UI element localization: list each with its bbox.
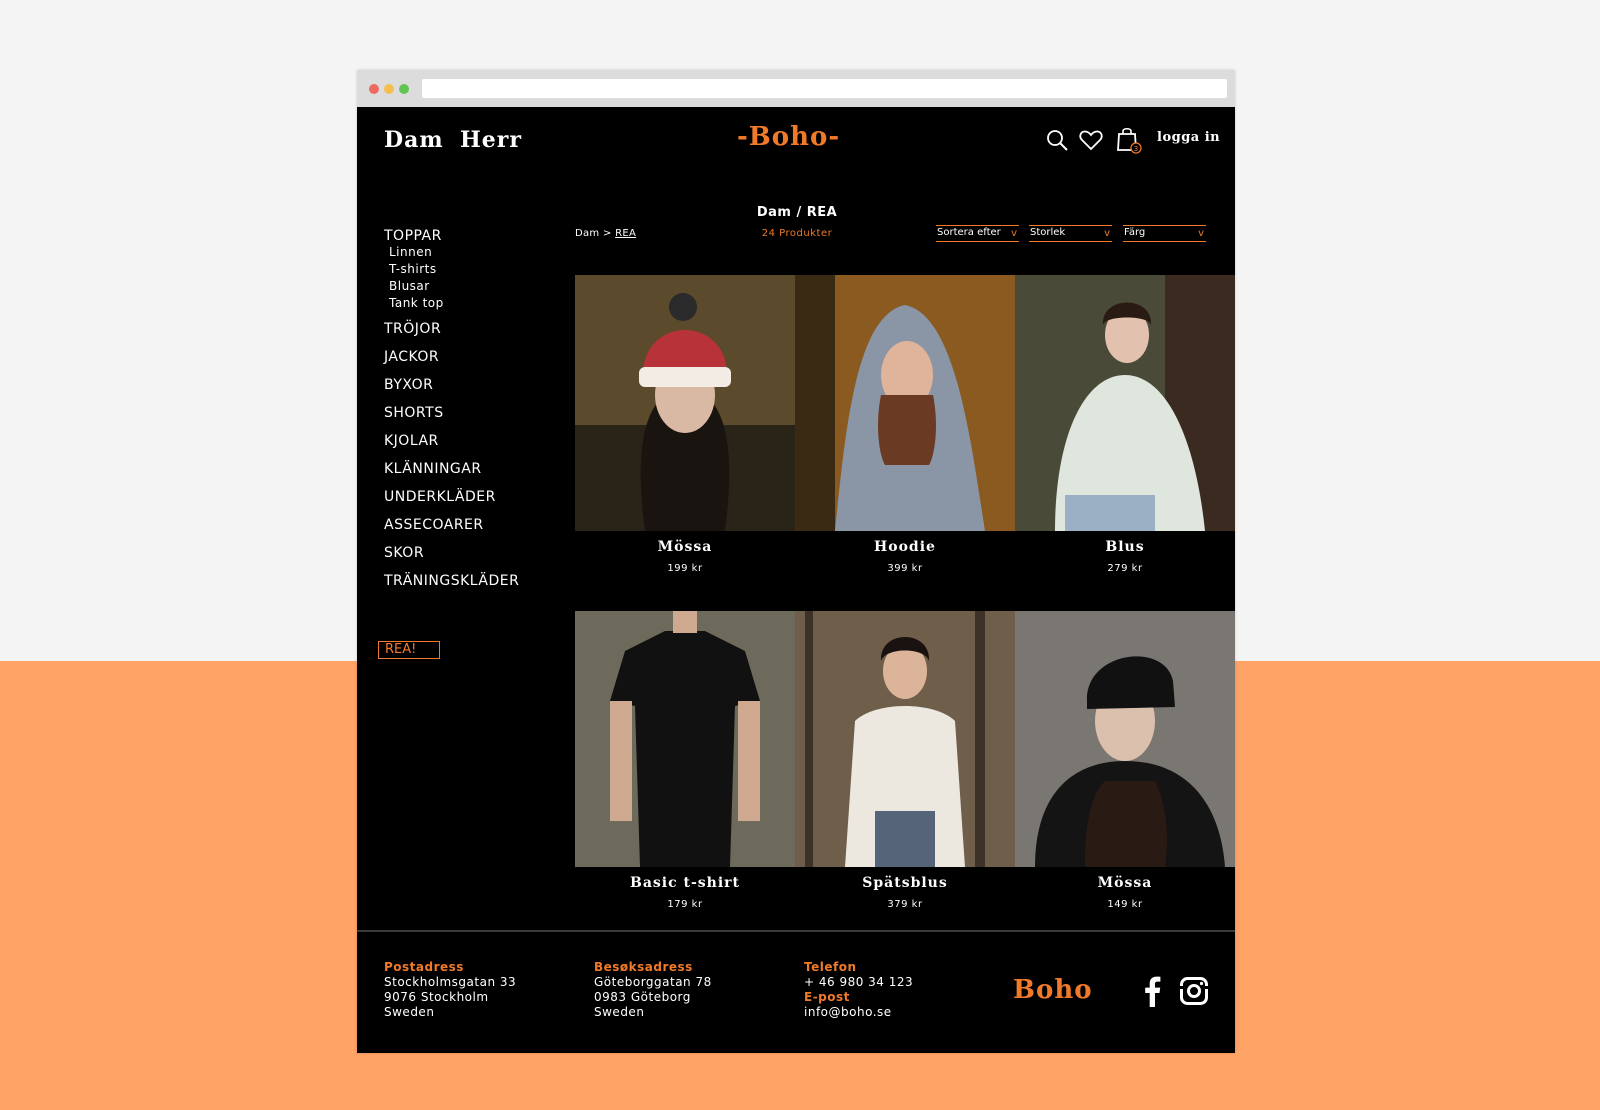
product-card[interactable]: Hoodie 399 kr [795, 275, 1015, 574]
sidebar-subitem-linnen[interactable]: Linnen [384, 244, 564, 261]
breadcrumb-root[interactable]: Dam [575, 228, 599, 239]
phone-link[interactable]: + 46 980 34 123 [804, 975, 913, 990]
footer-label: Postadress [384, 960, 464, 974]
footer-logo[interactable]: Boho [1013, 975, 1093, 1005]
product-price: 279 kr [1107, 563, 1143, 574]
product-name[interactable]: Mössa [575, 539, 795, 555]
product-photo[interactable] [795, 275, 1015, 531]
model-black-beanie-illustration [1015, 611, 1235, 867]
product-name[interactable]: Hoodie [795, 539, 1015, 555]
cart-count: 3 [1134, 145, 1138, 153]
model-late-blouse-illustration [795, 611, 1015, 867]
sidebar-item-assecoarer[interactable]: ASSECOARER [384, 515, 564, 543]
chevron-down-icon: v [1011, 228, 1017, 239]
product-card[interactable]: Basic t-shirt 179 kr [575, 611, 795, 910]
sidebar-item-skor[interactable]: SKOR [384, 543, 564, 571]
product-price: 179 kr [667, 899, 703, 910]
footer-line: Sweden [594, 1005, 645, 1019]
facebook-icon[interactable] [1143, 975, 1161, 1007]
close-window-dot[interactable] [369, 84, 379, 94]
sidebar-item-byxor[interactable]: BYXOR [384, 375, 564, 403]
sort-dropdown-label: Sortera efter [937, 227, 1001, 238]
sidebar-item-toppar[interactable]: TOPPAR [384, 226, 564, 244]
size-dropdown[interactable]: Storlek v [1029, 225, 1112, 242]
product-photo[interactable] [1015, 275, 1235, 531]
product-price: 379 kr [887, 899, 923, 910]
address-bar[interactable] [422, 79, 1227, 98]
product-name[interactable]: Spätsblus [795, 875, 1015, 891]
footer-postal-address: Postadress Stockholmsgatan 33 9076 Stock… [384, 960, 516, 1020]
footer-line: Stockholmsgatan 33 [384, 975, 517, 989]
model-tshirt-illustration [575, 611, 795, 867]
product-card[interactable]: Blus 279 kr [1015, 275, 1235, 574]
browser-chrome [357, 70, 1235, 107]
nav-herr[interactable]: Herr [460, 127, 522, 153]
product-photo[interactable] [795, 611, 1015, 867]
sidebar-item-shorts[interactable]: SHORTS [384, 403, 564, 431]
product-name[interactable]: Blus [1015, 539, 1235, 555]
color-dropdown-label: Färg [1124, 227, 1146, 238]
product-card[interactable]: Mössa 149 kr [1015, 611, 1235, 910]
sidebar-item-jackor[interactable]: JACKOR [384, 347, 564, 375]
cart-button[interactable]: 3 [1115, 126, 1143, 154]
footer-line: Göteborggatan 78 [594, 975, 712, 989]
footer-line: 9076 Stockholm [384, 990, 489, 1004]
search-icon[interactable] [1046, 129, 1068, 151]
footer-line: 0983 Göteborg [594, 990, 691, 1004]
instagram-icon[interactable] [1180, 977, 1208, 1005]
product-photo[interactable] [575, 275, 795, 531]
sidebar-subitem-tshirts[interactable]: T-shirts [384, 261, 564, 278]
product-photo[interactable] [575, 611, 795, 867]
footer-label: E-post [804, 990, 850, 1004]
footer-contact: Telefon + 46 980 34 123 E-post info@boho… [804, 960, 913, 1020]
breadcrumb: Dam > REA [575, 228, 636, 239]
minimize-window-dot[interactable] [384, 84, 394, 94]
product-card[interactable]: Spätsblus 379 kr [795, 611, 1015, 910]
chevron-down-icon: v [1198, 228, 1204, 239]
product-price: 399 kr [887, 563, 923, 574]
product-price: 149 kr [1107, 899, 1143, 910]
chevron-down-icon: v [1104, 228, 1110, 239]
product-card[interactable]: Mössa 199 kr [575, 275, 795, 574]
model-beanie-illustration [575, 275, 795, 531]
browser-window: Dam Herr -Boho- 3 logga in TOPPAR Linnen… [357, 70, 1235, 1053]
sidebar-item-underklader[interactable]: UNDERKLÄDER [384, 487, 564, 515]
breadcrumb-separator: > [602, 228, 612, 239]
logo[interactable]: -Boho- [737, 122, 840, 152]
sidebar-subitem-blusar[interactable]: Blusar [384, 278, 564, 295]
color-dropdown[interactable]: Färg v [1123, 225, 1206, 242]
sidebar-subitem-tank-top[interactable]: Tank top [384, 295, 564, 319]
breadcrumb-current[interactable]: REA [615, 228, 636, 239]
footer-label: Telefon [804, 960, 857, 974]
product-name[interactable]: Basic t-shirt [575, 875, 795, 891]
footer-visit-address: Besøksadress Göteborggatan 78 0983 Göteb… [594, 960, 712, 1020]
product-count: 24 Produkter [761, 228, 833, 239]
shopping-bag-icon: 3 [1117, 127, 1142, 154]
sidebar-item-kjolar[interactable]: KJOLAR [384, 431, 564, 459]
maximize-window-dot[interactable] [399, 84, 409, 94]
sidebar-item-traningsklader[interactable]: TRÄNINGSKLÄDER [384, 571, 564, 599]
product-photo[interactable] [1015, 611, 1235, 867]
footer-label: Besøksadress [594, 960, 693, 974]
sort-dropdown[interactable]: Sortera efter v [936, 225, 1019, 242]
sidebar-item-klanningar[interactable]: KLÄNNINGAR [384, 459, 564, 487]
login-link[interactable]: logga in [1157, 130, 1220, 145]
heart-icon[interactable] [1079, 129, 1103, 151]
sidebar-item-trojor[interactable]: TRÖJOR [384, 319, 564, 347]
site: Dam Herr -Boho- 3 logga in TOPPAR Linnen… [357, 107, 1235, 1053]
category-sidebar: TOPPAR Linnen T-shirts Blusar Tank top T… [384, 226, 564, 599]
sale-button[interactable]: REA! [378, 641, 440, 659]
size-dropdown-label: Storlek [1030, 227, 1066, 238]
product-name[interactable]: Mössa [1015, 875, 1235, 891]
product-price: 199 kr [667, 563, 703, 574]
email-link[interactable]: info@boho.se [804, 1005, 913, 1020]
page-title: Dam / REA [756, 205, 838, 220]
model-hoodie-illustration [795, 275, 1015, 531]
footer-line: Sweden [384, 1005, 435, 1019]
nav-dam[interactable]: Dam [384, 127, 444, 153]
model-blouse-illustration [1015, 275, 1235, 531]
footer-divider [357, 930, 1235, 932]
